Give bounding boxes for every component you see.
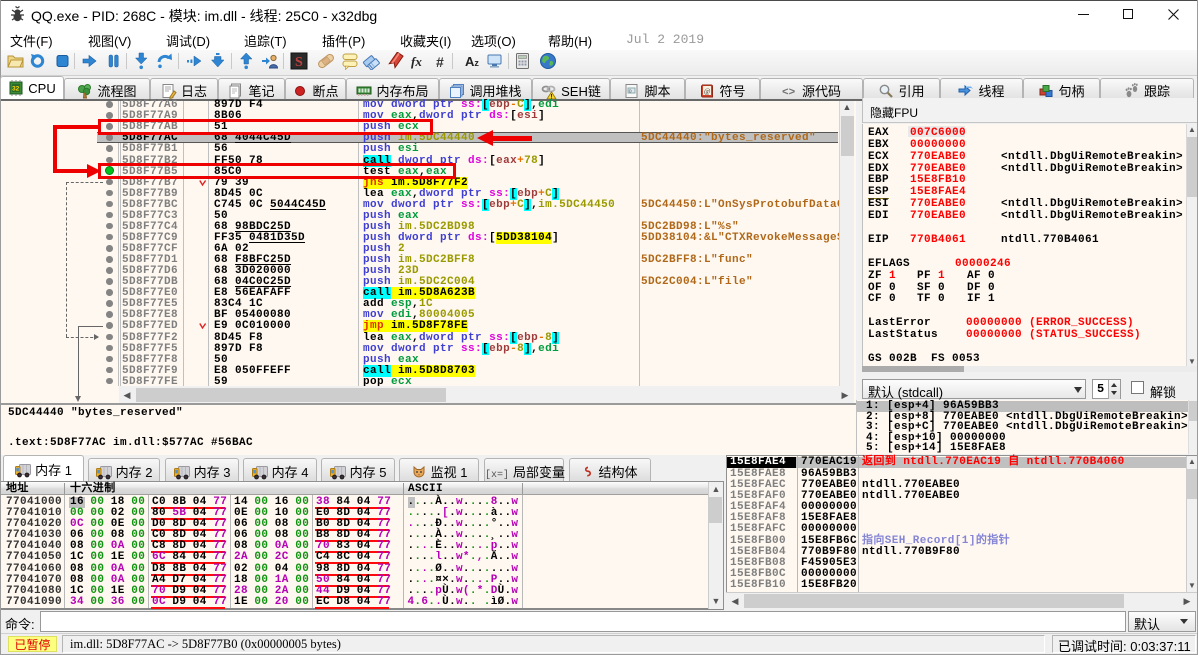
svg-text:S: S bbox=[295, 55, 303, 70]
svg-text:o: o bbox=[629, 88, 632, 95]
svg-text:@: @ bbox=[704, 88, 711, 96]
svg-text:<>: <> bbox=[782, 87, 796, 99]
svg-text:32: 32 bbox=[12, 86, 20, 93]
